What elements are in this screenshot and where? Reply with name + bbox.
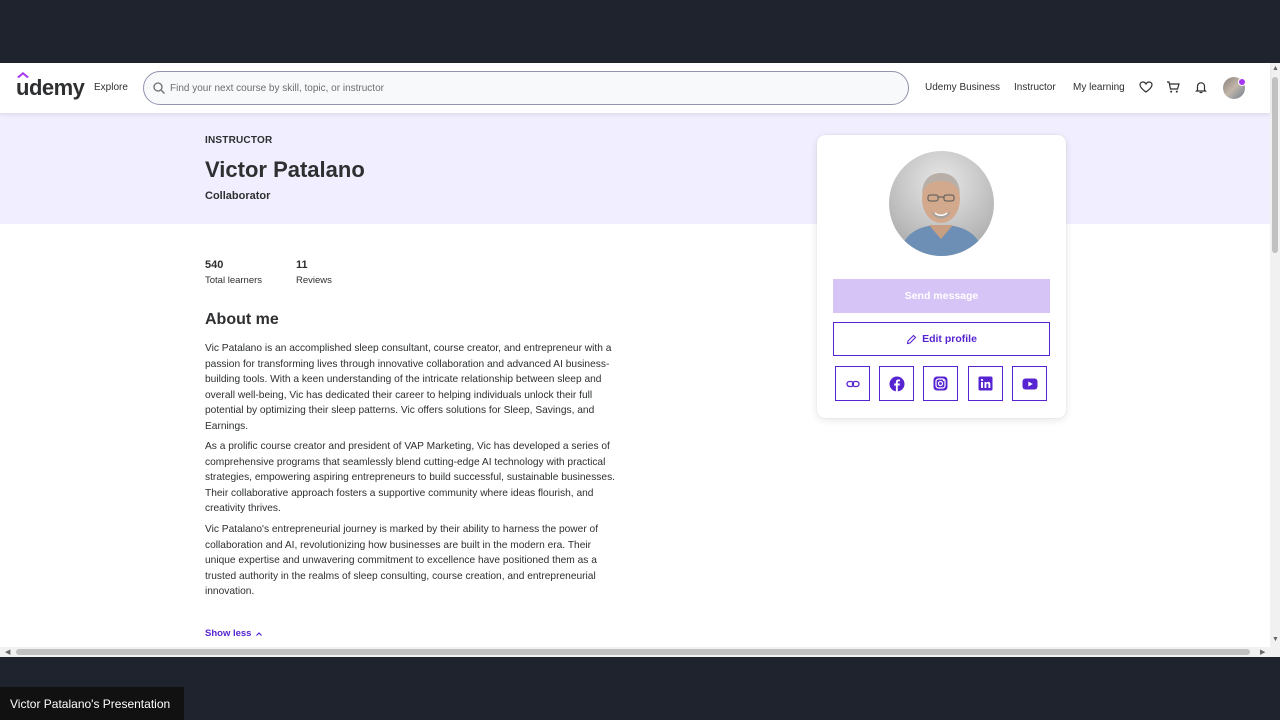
about-paragraph-1: Vic Patalano is an accomplished sleep co… [205, 343, 612, 432]
facebook-link-button[interactable] [879, 366, 914, 401]
profile-card: Send message Edit profile [817, 135, 1066, 418]
facebook-icon [889, 376, 904, 391]
linkedin-link-button[interactable] [968, 366, 1003, 401]
portrait-icon [899, 173, 984, 256]
search-input[interactable] [170, 82, 870, 94]
total-learners-value: 540 [205, 259, 224, 271]
reviews-value: 11 [296, 259, 308, 271]
presentation-caption: Victor Patalano's Presentation [0, 687, 184, 720]
about-paragraph-3: Vic Patalano's entrepreneurial journey i… [205, 524, 599, 598]
show-less-label: Show less [205, 628, 252, 639]
heart-icon[interactable] [1139, 80, 1153, 94]
search-bar[interactable] [143, 71, 909, 105]
show-less-button[interactable]: Show less [205, 628, 263, 639]
instructor-name: Victor Patalano [205, 157, 365, 182]
send-message-button[interactable]: Send message [833, 279, 1050, 313]
instagram-link-button[interactable] [923, 366, 958, 401]
explore-link[interactable]: Explore [94, 82, 128, 93]
search-icon [153, 82, 165, 94]
notification-dot [1238, 78, 1246, 86]
udemy-business-link[interactable]: Udemy Business [925, 82, 1000, 93]
instructor-headline: Collaborator [205, 190, 271, 202]
cart-icon[interactable] [1166, 80, 1180, 94]
instructor-label: INSTRUCTOR [205, 135, 273, 146]
edit-profile-label: Edit profile [922, 333, 977, 345]
profile-banner [0, 113, 1270, 224]
browser-viewport: udemy Explore Udemy Business Instructor … [0, 63, 1280, 657]
about-paragraph-2: As a prolific course creator and preside… [205, 441, 615, 515]
website-link-button[interactable] [835, 366, 870, 401]
vertical-scroll-thumb[interactable] [1272, 77, 1278, 253]
scroll-right-arrow-icon[interactable]: ▶ [1260, 648, 1265, 656]
about-heading: About me [205, 311, 279, 328]
youtube-icon [1022, 378, 1037, 389]
bell-icon[interactable] [1194, 80, 1208, 94]
scroll-up-arrow-icon[interactable]: ▲ [1272, 65, 1279, 72]
logo-text: udemy [16, 75, 85, 100]
instructor-photo [889, 151, 994, 256]
reviews-label: Reviews [296, 275, 332, 286]
scroll-down-arrow-icon[interactable]: ▼ [1272, 636, 1279, 643]
top-header: udemy Explore Udemy Business Instructor … [0, 63, 1270, 113]
total-learners-label: Total learners [205, 275, 263, 286]
instagram-icon [933, 376, 948, 391]
instructor-link[interactable]: Instructor [1014, 82, 1056, 93]
chevron-up-icon [256, 631, 263, 636]
logo-hat-icon [17, 72, 29, 78]
udemy-logo[interactable]: udemy [16, 72, 85, 101]
youtube-link-button[interactable] [1012, 366, 1047, 401]
pencil-icon [906, 334, 917, 344]
link-icon [845, 380, 860, 387]
my-learning-link[interactable]: My learning [1073, 82, 1125, 93]
edit-profile-button[interactable]: Edit profile [833, 322, 1050, 356]
scroll-left-arrow-icon[interactable]: ◀ [5, 648, 10, 656]
horizontal-scroll-thumb[interactable] [16, 649, 1250, 655]
linkedin-icon [978, 376, 993, 391]
